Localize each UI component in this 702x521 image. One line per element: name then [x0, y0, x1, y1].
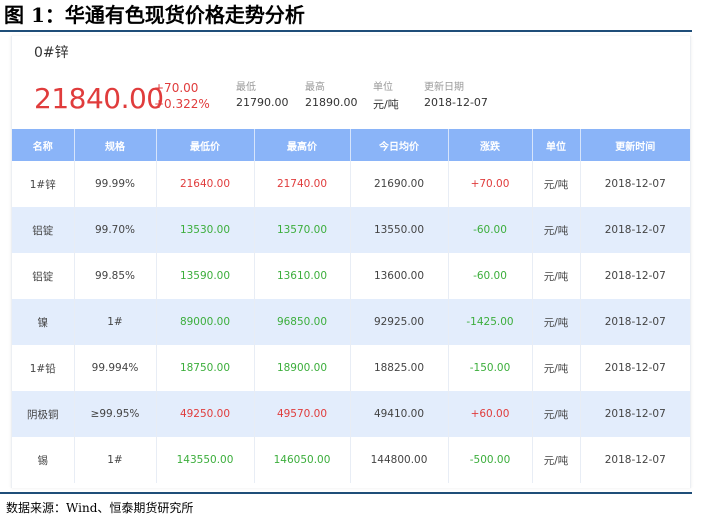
cell-time: 2018-12-07 — [604, 362, 666, 374]
cell-change: -60.00 — [448, 207, 533, 253]
cell-avg: 49410.00 — [350, 391, 449, 437]
cell-spec: 1# — [74, 437, 157, 483]
bottom-rule — [0, 492, 692, 494]
cell-time: 2018-12-07 — [580, 207, 690, 253]
header-low: 最低价 — [156, 129, 255, 161]
cell-change: -1425.00 — [448, 299, 533, 345]
price-card: 0#锌 21840.00 +70.00 +0.322% 最低 21790.00 … — [11, 36, 691, 488]
cell-low: 89000.00 — [156, 299, 255, 345]
cell-name: 铝锭 — [12, 207, 75, 253]
table-row: 1#锌 99.99% 21640.00 21740.00 21690.00 +7… — [12, 161, 690, 207]
cell-time: 2018-12-07 — [604, 454, 666, 466]
price-change: +70.00 — [154, 81, 199, 95]
top-rule — [0, 30, 692, 32]
header-spec: 规格 — [74, 129, 157, 161]
cell-spec: 99.99% — [74, 161, 157, 207]
cell-low: 18750.00 — [156, 345, 255, 391]
cell-low: 13590.00 — [156, 253, 255, 299]
cell-high: 18900.00 — [254, 345, 351, 391]
cell-spec: 1# — [74, 299, 157, 345]
cell-unit: 元/吨 — [532, 299, 581, 345]
cell-name: 阴极铜 — [12, 391, 75, 437]
data-source: 数据来源：Wind、恒泰期货研究所 — [6, 501, 194, 515]
date-value: 2018-12-07 — [424, 96, 488, 109]
table-row: 镍 1# 89000.00 96850.00 92925.00 -1425.00… — [12, 299, 690, 345]
price-change-percent: +0.322% — [154, 97, 210, 111]
cell-change: +70.00 — [448, 161, 533, 207]
cell-name: 镍 — [12, 299, 75, 345]
cell-high: 96850.00 — [254, 299, 351, 345]
cell-unit: 元/吨 — [532, 345, 581, 391]
unit-value: 元/吨 — [373, 98, 399, 111]
cell-unit: 元/吨 — [532, 253, 581, 299]
cell-spec: ≥99.95% — [74, 391, 157, 437]
cell-unit: 元/吨 — [532, 437, 581, 483]
cell-avg: 144800.00 — [350, 437, 449, 483]
cell-low: 21640.00 — [156, 161, 255, 207]
cell-avg: 92925.00 — [350, 299, 449, 345]
price-table: 名称 规格 最低价 最高价 今日均价 涨跌 单位 更新时间 1#锌 99.99%… — [12, 129, 690, 483]
low-value: 21790.00 — [236, 96, 289, 109]
cell-low: 143550.00 — [156, 437, 255, 483]
cell-avg: 21690.00 — [350, 161, 449, 207]
cell-avg: 13600.00 — [350, 253, 449, 299]
cell-time: 2018-12-07 — [604, 270, 666, 282]
cell-time: 2018-12-07 — [580, 391, 690, 437]
cell-change: +60.00 — [448, 391, 533, 437]
figure-title: 图 1：华通有色现货价格走势分析 — [4, 3, 305, 27]
cell-time: 2018-12-07 — [580, 299, 690, 345]
cell-unit: 元/吨 — [532, 161, 581, 207]
header-unit: 单位 — [532, 129, 581, 161]
unit-label: 单位 — [373, 82, 393, 93]
header-avg: 今日均价 — [350, 129, 449, 161]
cell-name: 1#铅 — [12, 345, 75, 391]
table-row: 锡 1# 143550.00 146050.00 144800.00 -500.… — [12, 437, 690, 483]
table-row: 1#铅 99.994% 18750.00 18900.00 18825.00 -… — [12, 345, 690, 391]
header-high: 最高价 — [254, 129, 351, 161]
cell-high: 13610.00 — [254, 253, 351, 299]
cell-high: 146050.00 — [254, 437, 351, 483]
cell-name: 锡 — [12, 437, 75, 483]
current-price: 21840.00 — [34, 82, 164, 115]
cell-spec: 99.994% — [74, 345, 157, 391]
cell-spec: 99.70% — [74, 207, 157, 253]
cell-avg: 18825.00 — [350, 345, 449, 391]
cell-spec: 99.85% — [74, 253, 157, 299]
cell-low: 13530.00 — [156, 207, 255, 253]
cell-high: 13570.00 — [254, 207, 351, 253]
cell-change: -60.00 — [448, 253, 533, 299]
table-row: 铝锭 99.70% 13530.00 13570.00 13550.00 -60… — [12, 207, 690, 253]
low-label: 最低 — [236, 82, 256, 93]
cell-unit: 元/吨 — [532, 391, 581, 437]
cell-change: -150.00 — [448, 345, 533, 391]
header-name: 名称 — [12, 129, 75, 161]
cell-high: 49570.00 — [254, 391, 351, 437]
cell-avg: 13550.00 — [350, 207, 449, 253]
cell-name: 1#锌 — [12, 161, 75, 207]
date-label: 更新日期 — [424, 82, 464, 93]
cell-unit: 元/吨 — [532, 207, 581, 253]
cell-change: -500.00 — [448, 437, 533, 483]
header-time: 更新时间 — [580, 129, 690, 161]
table-header-row: 名称 规格 最低价 最高价 今日均价 涨跌 单位 更新时间 — [12, 129, 690, 161]
cell-high: 21740.00 — [254, 161, 351, 207]
table-row: 铝锭 99.85% 13590.00 13610.00 13600.00 -60… — [12, 253, 690, 299]
table-row: 阴极铜 ≥99.95% 49250.00 49570.00 49410.00 +… — [12, 391, 690, 437]
cell-low: 49250.00 — [156, 391, 255, 437]
cell-name: 铝锭 — [12, 253, 75, 299]
high-label: 最高 — [305, 82, 325, 93]
product-name: 0#锌 — [34, 45, 69, 61]
header-change: 涨跌 — [448, 129, 533, 161]
cell-time: 2018-12-07 — [604, 178, 666, 190]
high-value: 21890.00 — [305, 96, 358, 109]
